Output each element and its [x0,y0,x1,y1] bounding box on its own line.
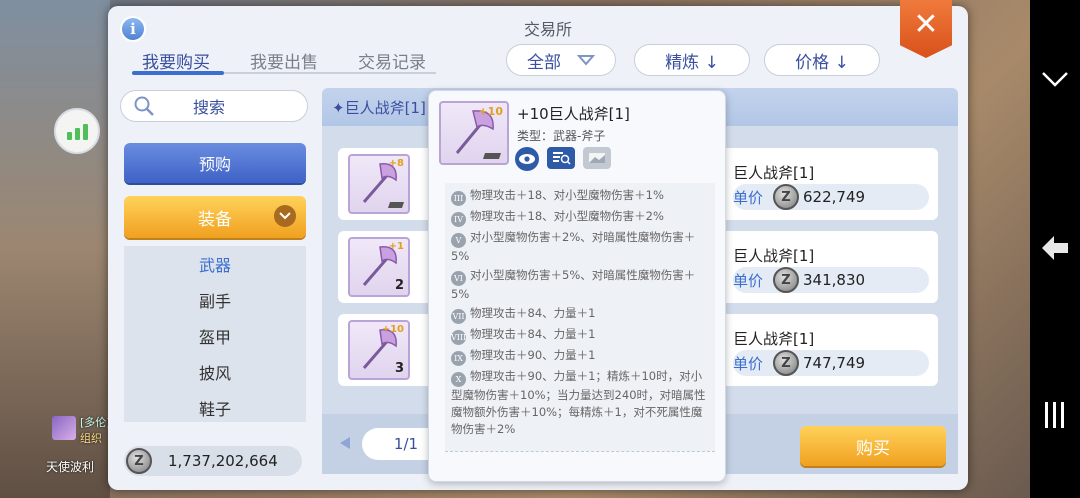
price-sort-button[interactable]: 价格 ↓ [764,44,880,76]
chat-line: [多伦] [80,416,111,429]
rank-badge: III [451,191,466,206]
enchant-line: X 物理攻击＋90、力量＋1；精炼＋10时，对小型魔物伤害＋10%；当力量达到24… [451,369,706,436]
tab-sell[interactable]: 我要出售 [250,48,318,73]
item-count: 3 [394,361,404,376]
item-price: 622,749 [803,188,866,206]
item-tooltip: +10 +10巨人战斧[1] 类型：武器-斧子 III 物理攻击＋18、对小型魔物… [428,90,726,482]
zeny-coin-icon: Z [126,448,152,474]
category-item-offhand[interactable]: 副手 [124,282,306,318]
search-label: 搜索 [193,98,226,117]
refine-badge: +10 [381,324,404,335]
search-button[interactable]: 搜索 [120,90,308,122]
category-dropdown[interactable]: 全部 [506,44,616,76]
enchant-line: VI 对小型魔物伤害＋5%、对暗属性魔物伤害＋5% [451,268,696,301]
rank-badge: VI [451,271,466,286]
tooltip-enchant-list: III 物理攻击＋18、对小型魔物伤害＋1% IV 物理攻击＋18、对小型魔物伤害＋… [445,183,715,451]
wallet-amount: 1,737,202,664 [168,452,278,470]
item-name: 巨人战斧[1] [733,164,815,182]
modal-title: 交易所 [523,20,572,39]
item-name: 巨人战斧[1] [733,330,815,348]
preview-eye-icon[interactable] [515,147,539,171]
equipment-dropdown-button[interactable]: 装备 [124,196,306,238]
enchant-line: III 物理攻击＋18、对小型魔物伤害＋1% [451,187,709,206]
item-count: 2 [394,278,404,293]
enchant-line: V 对小型魔物伤害＋2%、对暗属性魔物伤害＋5% [451,230,696,263]
enchant-line: VIII 物理攻击＋84、力量＋1 [451,326,709,345]
enchant-line: IX 物理攻击＋90、力量＋1 [451,347,709,366]
rank-badge: VIII [451,330,466,345]
axe-item-icon: +8 [348,154,410,214]
price-pill: 单价 Z 622,749 [733,184,929,210]
category-dropdown-label: 全部 [527,52,561,73]
zeny-coin-icon: Z [773,267,800,293]
axe-item-icon: +10 3 [348,320,410,380]
system-nav-bar [1030,0,1080,498]
back-arrow-icon[interactable] [1030,232,1080,264]
dropdown-triangle-icon [577,55,595,66]
item-price: 747,749 [803,354,866,372]
unit-price-label: 单价 [733,271,764,290]
refine-badge: +1 [388,241,404,252]
tooltip-item-name: +10巨人战斧[1] [517,105,630,123]
tab-history[interactable]: 交易记录 [358,48,426,73]
preorder-button[interactable]: 预购 [124,143,306,183]
price-pill: 单价 Z 747,749 [733,350,929,376]
unit-price-label: 单价 [733,354,764,373]
refine-badge: +8 [388,158,404,169]
wallet-balance: Z 1,737,202,664 [124,446,302,476]
zeny-coin-icon: Z [773,184,800,210]
tab-underline [132,71,436,75]
axe-item-icon: +1 2 [348,237,410,297]
signal-status-icon[interactable] [54,108,100,154]
prev-page-icon[interactable] [338,436,352,450]
refine-badge: +10 [478,105,503,118]
rank-badge: VII [451,309,466,324]
chat-avatar [52,416,76,440]
category-list: 武器 副手 盔甲 披风 鞋子 [124,246,306,422]
enchant-line: VII 物理攻击＋84、力量＋1 [451,305,709,324]
equipment-label: 装备 [198,209,232,230]
card-slot-icon[interactable] [583,147,611,169]
tab-buy[interactable]: 我要购买 [142,48,210,73]
category-item-armor[interactable]: 盔甲 [124,318,306,354]
rank-badge: IX [451,351,466,366]
tooltip-item-type: 类型：武器-斧子 [517,129,606,143]
recent-apps-icon[interactable] [1030,400,1080,430]
exchange-modal: i 交易所 我要购买 我要出售 交易记录 全部 精炼 ↓ 价格 ↓ 搜索 预购 … [108,6,968,490]
unit-price-label: 单价 [733,188,764,207]
chevron-down-icon [274,205,296,227]
axe-item-icon: +10 [439,101,509,165]
category-item-cape[interactable]: 披风 [124,354,306,390]
category-item-weapon[interactable]: 武器 [124,246,306,282]
chat-line: 组织 [80,432,102,445]
chat-line: 天使波利 [46,460,95,474]
zeny-coin-icon: Z [773,350,800,376]
rank-badge: X [451,372,466,387]
search-icon [134,96,154,116]
category-item-shoes[interactable]: 鞋子 [124,390,306,422]
price-pill: 单价 Z 341,830 [733,267,929,293]
buy-button[interactable]: 购买 [800,426,946,466]
enchant-line: IV 物理攻击＋18、对小型魔物伤害＋2% [451,208,709,227]
rank-badge: V [451,233,466,248]
item-price: 341,830 [803,271,866,289]
tooltip-divider [445,451,715,452]
rank-badge: IV [451,212,466,227]
detail-search-icon[interactable] [547,147,575,169]
refine-sort-button[interactable]: 精炼 ↓ [634,44,750,76]
chevron-down-icon[interactable] [1030,70,1080,88]
item-name: 巨人战斧[1] [733,247,815,265]
